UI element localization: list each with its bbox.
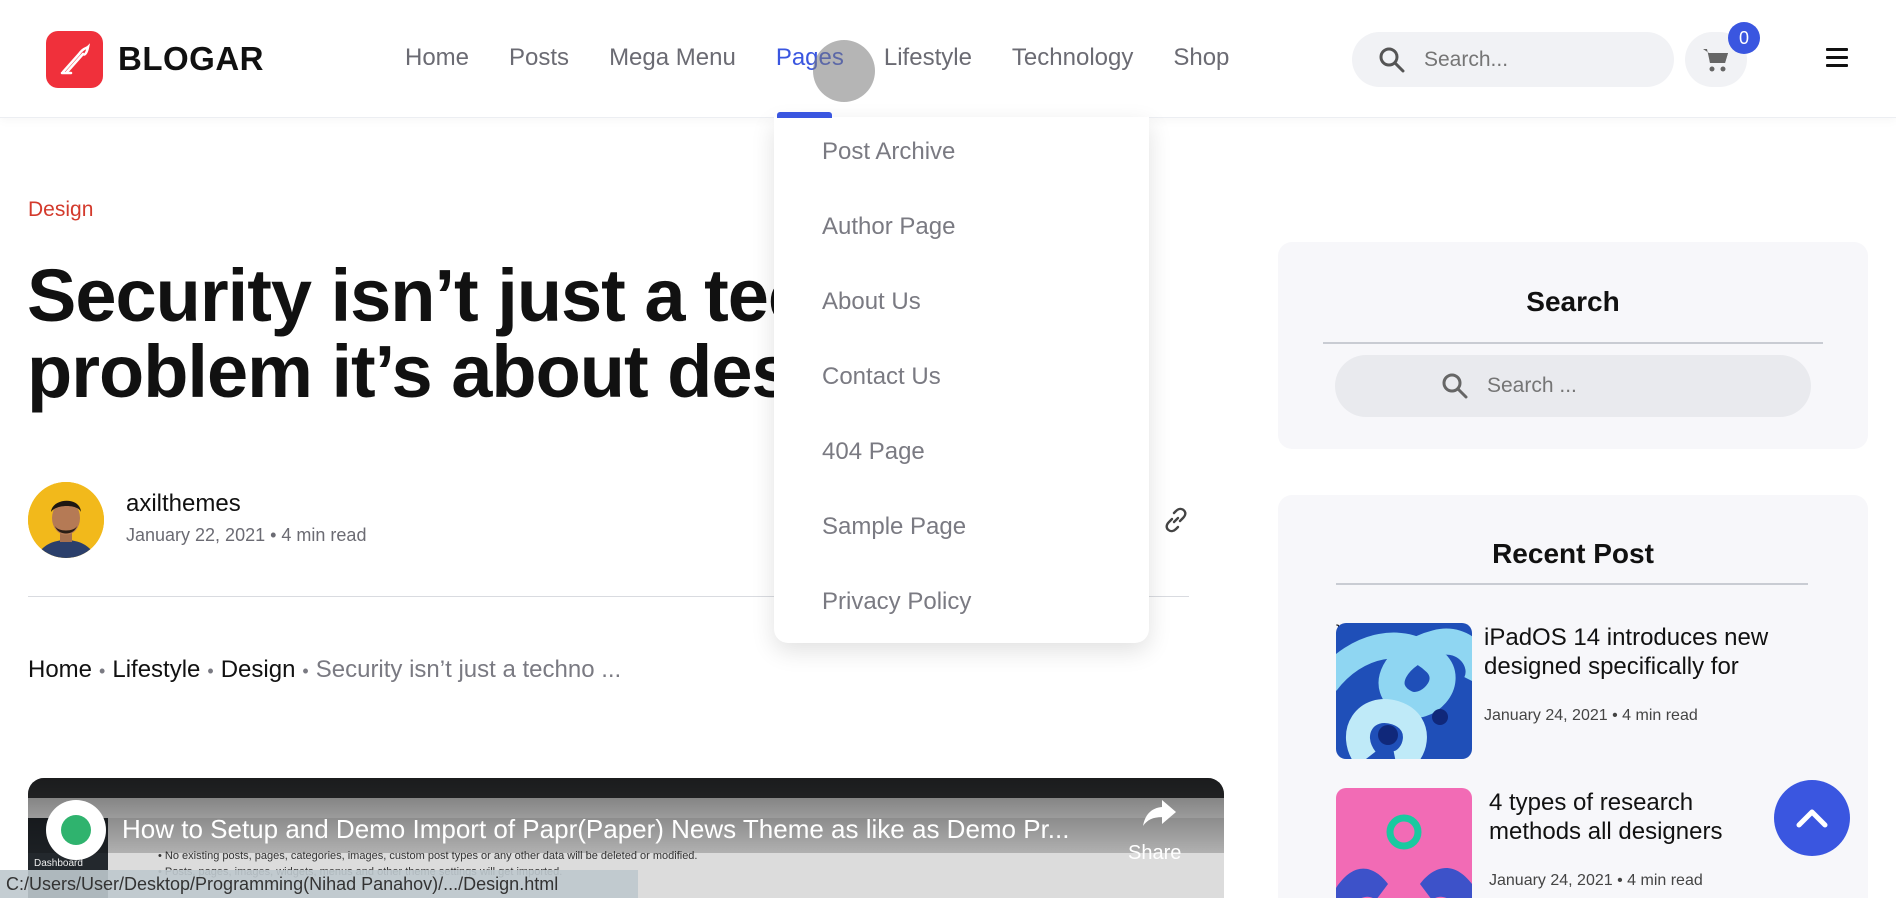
active-nav-indicator bbox=[777, 112, 832, 118]
nav-mega-menu[interactable]: Mega Menu bbox=[609, 44, 736, 72]
breadcrumb: Home • Lifestyle • Design • Security isn’t jus… bbox=[28, 656, 621, 684]
browser-status-bar: C:/Users/User/Desktop/Programming(Nihad … bbox=[0, 870, 638, 898]
post-title[interactable]: 4 types of research methods all designer… bbox=[1489, 788, 1789, 846]
scroll-to-top-button[interactable] bbox=[1774, 780, 1850, 856]
share-label[interactable]: Share bbox=[1128, 842, 1181, 865]
cart-icon bbox=[1703, 48, 1728, 71]
post-meta: January 24, 2021 • 4 min read bbox=[1484, 707, 1698, 724]
article-title-line2: problem it’s about desig bbox=[27, 330, 856, 413]
recent-post-item[interactable]: iPadOS 14 introduces new designed specif… bbox=[1336, 623, 1768, 759]
article-title: Security isn’t just a tech problem it’s … bbox=[27, 258, 887, 410]
search-widget: Search bbox=[1278, 242, 1868, 449]
recent-widget-title: Recent Post bbox=[1492, 538, 1654, 569]
sidebar-search-input[interactable] bbox=[1487, 374, 1747, 398]
hamburger-menu-icon[interactable] bbox=[1826, 48, 1848, 68]
nav-home[interactable]: Home bbox=[405, 44, 469, 72]
menu-item-about-us[interactable]: About Us bbox=[822, 287, 1149, 362]
author-name[interactable]: axilthemes bbox=[126, 490, 241, 518]
widget-title-underline bbox=[1323, 342, 1823, 344]
menu-item-404-page[interactable]: 404 Page bbox=[822, 437, 1149, 512]
menu-item-author-page[interactable]: Author Page bbox=[822, 212, 1149, 287]
breadcrumb-separator: • bbox=[302, 661, 309, 681]
breadcrumb-separator: • bbox=[99, 661, 106, 681]
post-thumbnail[interactable] bbox=[1336, 623, 1472, 759]
sidebar-search-box[interactable] bbox=[1335, 355, 1811, 417]
nav-shop[interactable]: Shop bbox=[1173, 44, 1229, 72]
breadcrumb-current: Security isn’t just a techno ... bbox=[315, 656, 622, 683]
channel-avatar[interactable] bbox=[46, 800, 106, 860]
chevron-up-icon bbox=[1796, 809, 1828, 828]
post-meta: January 24, 2021 • 4 min read bbox=[1489, 872, 1703, 889]
menu-item-privacy-policy[interactable]: Privacy Policy bbox=[822, 587, 1149, 662]
post-thumbnail[interactable] bbox=[1336, 788, 1472, 898]
category-link[interactable]: Design bbox=[28, 198, 93, 222]
breadcrumb-separator: • bbox=[207, 661, 214, 681]
header-search[interactable] bbox=[1352, 32, 1674, 87]
widget-title-underline bbox=[1336, 583, 1808, 585]
nav-technology[interactable]: Technology bbox=[1012, 44, 1133, 72]
copy-link-icon[interactable] bbox=[1161, 505, 1191, 535]
header-search-input[interactable] bbox=[1424, 47, 1644, 72]
post-meta: January 22, 2021 • 4 min read bbox=[126, 525, 367, 545]
menu-item-sample-page[interactable]: Sample Page bbox=[822, 512, 1149, 587]
menu-item-contact-us[interactable]: Contact Us bbox=[822, 362, 1149, 437]
nav-posts[interactable]: Posts bbox=[509, 44, 569, 72]
nav-lifestyle[interactable]: Lifestyle bbox=[884, 44, 972, 72]
author-avatar[interactable] bbox=[28, 482, 104, 558]
page: BLOGAR Home Posts Mega Menu Pages Lifest… bbox=[0, 0, 1896, 898]
search-widget-title: Search bbox=[1526, 286, 1620, 317]
search-icon bbox=[1379, 47, 1405, 72]
logo-icon[interactable] bbox=[46, 31, 103, 88]
share-icon[interactable] bbox=[1142, 798, 1178, 828]
logo-text[interactable]: BLOGAR bbox=[118, 40, 264, 78]
search-icon bbox=[1442, 373, 1468, 399]
breadcrumb-design[interactable]: Design bbox=[221, 656, 296, 683]
site-header: BLOGAR Home Posts Mega Menu Pages Lifest… bbox=[0, 0, 1896, 118]
cart-count-badge: 0 bbox=[1728, 22, 1760, 54]
video-title[interactable]: How to Setup and Demo Import of Papr(Pap… bbox=[122, 814, 1069, 845]
breadcrumb-lifestyle[interactable]: Lifestyle bbox=[112, 656, 200, 683]
article-title-line1: Security isn’t just a tech bbox=[27, 254, 853, 337]
menu-item-post-archive[interactable]: Post Archive bbox=[822, 137, 1149, 212]
pages-dropdown-menu: Post Archive Author Page About Us Contac… bbox=[774, 117, 1149, 643]
post-title[interactable]: iPadOS 14 introduces new designed specif… bbox=[1484, 623, 1784, 681]
cursor-indicator bbox=[813, 40, 875, 102]
breadcrumb-home[interactable]: Home bbox=[28, 656, 92, 683]
